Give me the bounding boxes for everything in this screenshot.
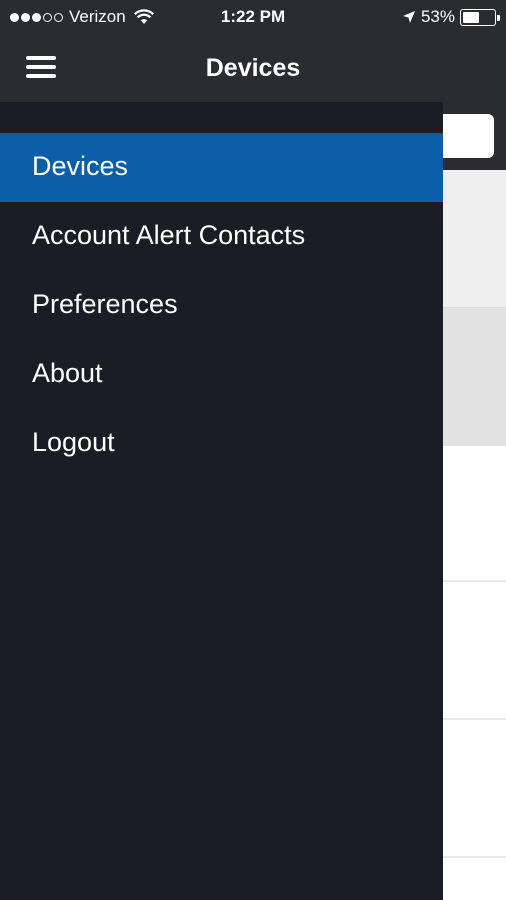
drawer-item-label: Account Alert Contacts — [32, 220, 306, 250]
drawer-item-label: Devices — [32, 151, 129, 181]
app-header: Verizon 1:22 PM 53% Devices — [0, 0, 506, 102]
battery-percent: 53% — [420, 7, 455, 26]
drawer-item-label: Preferences — [32, 289, 178, 319]
battery-level — [463, 11, 479, 23]
status-right: 53% — [402, 7, 500, 27]
drawer-item-about[interactable]: About — [0, 340, 443, 409]
drawer-item-preferences[interactable]: Preferences — [0, 271, 443, 340]
navigation-drawer: Devices Account Alert Contacts Preferenc… — [0, 102, 443, 900]
drawer-item-label: Logout — [32, 427, 115, 457]
status-bar: Verizon 1:22 PM 53% — [0, 0, 506, 34]
drawer-item-account-alert-contacts[interactable]: Account Alert Contacts — [0, 202, 443, 271]
battery-icon — [460, 8, 500, 26]
drawer-item-logout[interactable]: Logout — [0, 409, 443, 478]
drawer-item-label: About — [32, 358, 103, 388]
location-arrow-icon — [402, 11, 415, 23]
nav-bar: Devices — [0, 34, 506, 102]
page-title: Devices — [205, 54, 301, 82]
drawer-item-devices[interactable]: Devices — [0, 133, 443, 202]
